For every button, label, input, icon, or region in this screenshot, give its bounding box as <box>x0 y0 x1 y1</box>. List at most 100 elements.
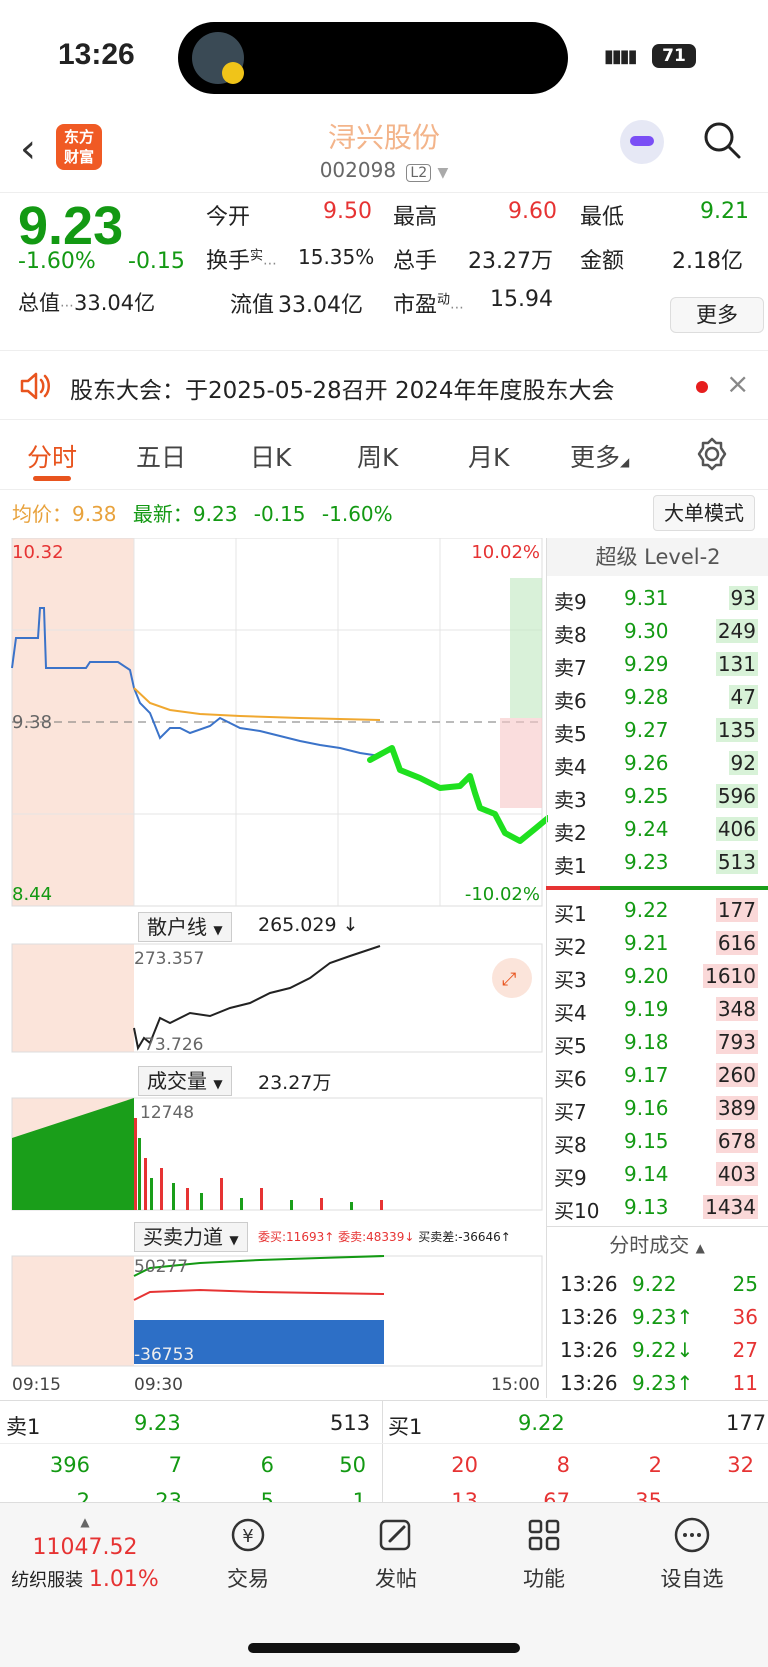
close-icon[interactable]: × <box>726 367 749 400</box>
bid-level: 买10 <box>554 1199 600 1223</box>
force-dropdown[interactable]: 买卖力道 ▼ <box>134 1222 248 1252</box>
turnover-label: 换手实⋯ <box>206 248 278 274</box>
stock-code-switcher[interactable]: 002098 L2 ▼ <box>0 158 768 182</box>
bid-row[interactable]: 买4 9.19 348 <box>552 993 768 1025</box>
ask-level: 卖5 <box>554 722 587 746</box>
bid-row[interactable]: 买10 9.13 1434 <box>552 1191 768 1223</box>
ask-volume: 596 <box>715 784 758 808</box>
bid-level: 买1 <box>554 902 587 926</box>
open-value: 9.50 <box>323 199 372 224</box>
ask-volume: 513 <box>715 850 758 874</box>
tab-weekly-k[interactable]: 周K <box>357 438 398 474</box>
tab-monthly-k[interactable]: 月K <box>468 438 509 474</box>
bid-row[interactable]: 买2 9.21 616 <box>552 927 768 959</box>
bid-price: 9.16 <box>624 1096 669 1120</box>
bid-ask-ratio-red <box>546 886 600 890</box>
index-ticker[interactable]: ▲ 11047.52 纺织服装 1.01% <box>0 1515 170 1592</box>
turnover-value: 15.35% <box>298 245 375 269</box>
nav-watchlist[interactable]: 设自选 <box>632 1515 752 1593</box>
bid-volume: 389 <box>715 1096 758 1120</box>
bid-row[interactable]: 买7 9.16 389 <box>552 1092 768 1124</box>
ask-row[interactable]: 卖3 9.25 596 <box>552 780 768 812</box>
active-tab-indicator <box>33 476 71 481</box>
ask-level: 卖1 <box>554 854 587 878</box>
bid-level: 买3 <box>554 968 587 992</box>
volume-dropdown[interactable]: 成交量 ▼ <box>138 1066 232 1096</box>
tick-vol: 25 <box>732 1272 758 1296</box>
ask-row[interactable]: 卖1 9.23 513 <box>552 846 768 878</box>
status-bar: 13:26 ▮▮▮▮ 71 <box>0 0 768 110</box>
ticks-title[interactable]: 分时成交 ▲ <box>546 1226 768 1262</box>
tick-price: 9.23↑ <box>632 1305 694 1329</box>
bid-row[interactable]: 买6 9.17 260 <box>552 1059 768 1091</box>
bid-row[interactable]: 买8 9.15 678 <box>552 1125 768 1157</box>
queue-volume: 20 <box>451 1453 478 1477</box>
queue-volume: 13 <box>451 1489 478 1502</box>
nav-trade[interactable]: ¥ 交易 <box>188 1515 308 1593</box>
price-axis-top: 10.32 <box>12 542 64 563</box>
screen: 13:26 ▮▮▮▮ 71 ‹ 东方 财富 浔兴股份 002098 L2 ▼ 9… <box>0 0 768 1667</box>
bid-row[interactable]: 买1 9.22 177 <box>552 894 768 926</box>
bid-level: 买4 <box>554 1001 587 1025</box>
ask-row[interactable]: 卖8 9.30 249 <box>552 615 768 647</box>
ask-level: 卖8 <box>554 623 587 647</box>
high-label: 最高 <box>393 205 438 230</box>
ask-price: 9.23 <box>624 850 669 874</box>
bid-level: 买9 <box>554 1166 587 1190</box>
tab-5day[interactable]: 五日 <box>136 438 186 474</box>
nav-post[interactable]: 发帖 <box>336 1515 456 1593</box>
assistant-robot-icon[interactable] <box>620 120 664 164</box>
bid-price: 9.13 <box>624 1195 669 1219</box>
ask-row[interactable]: 卖4 9.26 92 <box>552 747 768 779</box>
queue-volume: 2 <box>76 1489 90 1502</box>
home-indicator[interactable] <box>248 1643 520 1653</box>
notice-text: 股东大会：于2025-05-28召开 2024年年度股东大会 <box>70 378 615 404</box>
queue-volume: 32 <box>727 1453 754 1477</box>
bid-row[interactable]: 买3 9.20 1610 <box>552 960 768 992</box>
price-axis-bottom: 8.44 <box>12 884 52 905</box>
intraday-chart[interactable]: 10.32 9.38 8.44 10.02% -10.02% 273.357 7… <box>0 538 548 1398</box>
change-percent: -1.60% <box>18 249 96 274</box>
more-button[interactable]: 更多 <box>670 297 764 333</box>
tick-row: 13:26 9.22↓ 27 <box>552 1334 768 1366</box>
ask-row[interactable]: 卖5 9.27 135 <box>552 714 768 746</box>
search-icon[interactable] <box>702 120 742 160</box>
ask-price: 9.27 <box>624 718 669 742</box>
retail-line-dropdown[interactable]: 散户线 ▼ <box>138 912 232 942</box>
open-label: 今开 <box>206 205 251 230</box>
nav-functions[interactable]: 功能 <box>484 1515 604 1593</box>
ask-price: 9.29 <box>624 652 669 676</box>
notice-banner[interactable]: 股东大会：于2025-05-28召开 2024年年度股东大会 × <box>0 350 768 420</box>
intraday-chart-area[interactable]: 10.32 9.38 8.44 10.02% -10.02% 273.357 7… <box>0 538 768 1398</box>
settings-gear-icon[interactable] <box>694 436 730 472</box>
queue-volume: 67 <box>543 1489 570 1502</box>
bid-row[interactable]: 买5 9.18 793 <box>552 1026 768 1058</box>
bottom-bid-price: 9.22 <box>518 1411 565 1435</box>
retail-min: 73.726 <box>144 1035 203 1055</box>
ask-row[interactable]: 卖6 9.28 47 <box>552 681 768 713</box>
bid-row[interactable]: 买9 9.14 403 <box>552 1158 768 1190</box>
ask-row[interactable]: 卖2 9.24 406 <box>552 813 768 845</box>
queue-volume: 50 <box>339 1453 366 1477</box>
tick-vol: 11 <box>732 1371 758 1395</box>
queue-volume: 1 <box>352 1489 366 1502</box>
bottom-quote-rows: 卖1 9.23 513 买1 9.22 177 396 7 6 50 2 23 5 1 20 8 2… <box>0 1400 768 1502</box>
tab-intraday[interactable]: 分时 <box>27 438 77 474</box>
tick-time: 13:26 <box>560 1338 618 1362</box>
speaker-icon <box>20 372 50 400</box>
bid-price: 9.21 <box>624 931 669 955</box>
expand-arrows: ⤢ <box>502 969 517 990</box>
tick-time: 13:26 <box>560 1272 618 1296</box>
ask-volume: 92 <box>728 751 758 775</box>
bid-volume: 403 <box>715 1162 758 1186</box>
tab-more[interactable]: 更多◢ <box>570 438 629 474</box>
tab-daily-k[interactable]: 日K <box>250 438 291 474</box>
more-dots-icon <box>674 1517 710 1553</box>
ask-row[interactable]: 卖9 9.31 93 <box>552 582 768 614</box>
level2-title[interactable]: 超级 Level-2 <box>547 538 768 576</box>
big-order-mode-button[interactable]: 大单模式 <box>653 495 755 531</box>
bottom-ask-vol: 513 <box>330 1411 371 1435</box>
stock-header: ‹ 东方 财富 浔兴股份 002098 L2 ▼ <box>0 110 768 192</box>
bid-price: 9.14 <box>624 1162 669 1186</box>
ask-row[interactable]: 卖7 9.29 131 <box>552 648 768 680</box>
